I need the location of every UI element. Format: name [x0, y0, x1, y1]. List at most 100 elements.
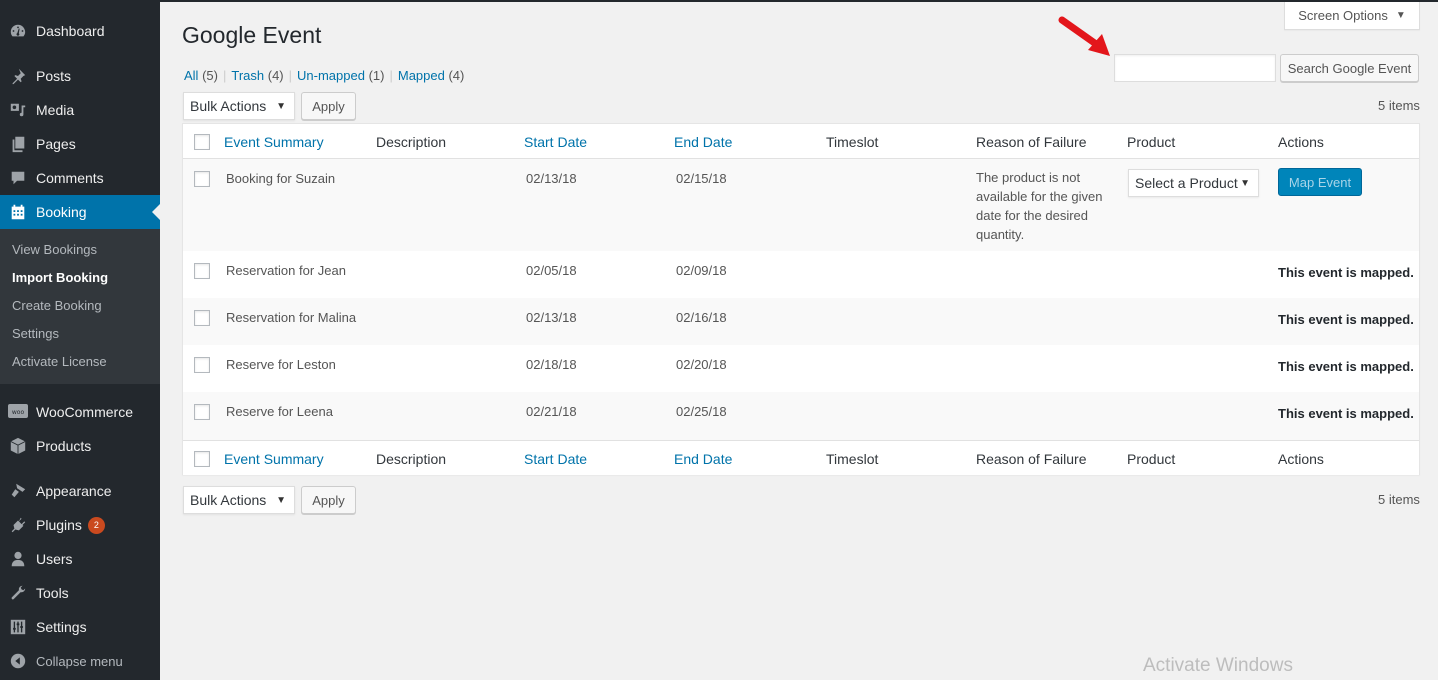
- caret-down-icon: ▼: [1395, 10, 1406, 21]
- sidebar-item-comments[interactable]: Comments: [0, 161, 160, 195]
- row-checkbox[interactable]: [194, 357, 210, 373]
- column-product: Product: [1127, 134, 1176, 150]
- submenu-activate-license[interactable]: Activate License: [12, 354, 107, 369]
- sidebar-label: Media: [36, 102, 75, 118]
- product-select[interactable]: Select a Product ▼: [1128, 169, 1259, 197]
- collapse-menu-button[interactable]: Collapse menu: [0, 644, 160, 678]
- sidebar-item-appearance[interactable]: Appearance: [0, 474, 160, 508]
- submenu-settings[interactable]: Settings: [12, 326, 59, 341]
- top-bar: [0, 0, 1438, 2]
- end-date: 02/16/18: [676, 310, 727, 325]
- mapped-status: This event is mapped.: [1278, 265, 1414, 280]
- end-date: 02/25/18: [676, 404, 727, 419]
- start-date: 02/13/18: [526, 171, 577, 186]
- map-event-button[interactable]: Map Event: [1278, 168, 1362, 196]
- dropdown-arrow-icon: ▼: [276, 100, 286, 112]
- table-row: Reservation for Malina 02/13/18 02/16/18…: [183, 298, 1419, 345]
- column-reason-of-failure: Reason of Failure: [976, 451, 1087, 467]
- booking-submenu: View Bookings Import Booking Create Book…: [0, 229, 160, 384]
- red-arrow-annotation-icon: [1058, 16, 1110, 56]
- sidebar-label: Booking: [36, 204, 87, 220]
- filter-trash[interactable]: Trash (4): [231, 68, 283, 83]
- column-event-summary[interactable]: Event Summary: [224, 451, 324, 467]
- select-all-checkbox[interactable]: [194, 134, 210, 150]
- event-summary: Reserve for Leena: [226, 404, 333, 419]
- row-checkbox[interactable]: [194, 263, 210, 279]
- table-row: Booking for Suzain 02/13/18 02/15/18 The…: [183, 159, 1419, 251]
- submenu-view-bookings[interactable]: View Bookings: [12, 242, 97, 257]
- collapse-arrow-icon: [8, 651, 28, 671]
- sidebar-item-dashboard[interactable]: Dashboard: [0, 14, 160, 48]
- screen-options-label: Screen Options: [1298, 8, 1388, 23]
- submenu-import-booking[interactable]: Import Booking: [12, 270, 108, 285]
- wrench-icon: [8, 583, 28, 603]
- sidebar-label: Appearance: [36, 483, 112, 499]
- sidebar-item-users[interactable]: Users: [0, 542, 160, 576]
- filter-all[interactable]: All (5): [184, 68, 218, 83]
- column-description: Description: [376, 134, 447, 150]
- search-google-event-button[interactable]: Search Google Event: [1280, 54, 1419, 82]
- column-start-date[interactable]: Start Date: [524, 451, 587, 467]
- sidebar-item-tools[interactable]: Tools: [0, 576, 160, 610]
- select-all-checkbox-footer[interactable]: [194, 451, 210, 467]
- events-table: Event Summary Description Start Date End…: [182, 123, 1420, 475]
- sidebar-label: Users: [36, 551, 73, 567]
- column-product: Product: [1127, 451, 1176, 467]
- sidebar-item-booking[interactable]: Booking: [0, 195, 160, 229]
- row-checkbox[interactable]: [194, 404, 210, 420]
- sidebar-label: Products: [36, 438, 92, 454]
- event-summary: Booking for Suzain: [226, 171, 336, 186]
- table-row: Reservation for Jean 02/05/18 02/09/18 T…: [183, 251, 1419, 298]
- apply-button-top[interactable]: Apply: [301, 92, 356, 120]
- row-checkbox[interactable]: [194, 171, 210, 187]
- filter-unmapped[interactable]: Un-mapped (1): [297, 68, 384, 83]
- end-date: 02/15/18: [676, 171, 727, 186]
- sidebar-label: Tools: [36, 585, 69, 601]
- column-start-date[interactable]: Start Date: [524, 134, 587, 150]
- sidebar-item-media[interactable]: Media: [0, 93, 160, 127]
- start-date: 02/13/18: [526, 310, 577, 325]
- apply-button-bottom[interactable]: Apply: [301, 486, 356, 514]
- sliders-icon: [8, 617, 28, 637]
- screen-options-button[interactable]: Screen Options ▼: [1284, 2, 1420, 30]
- sidebar-item-products[interactable]: Products: [0, 429, 160, 463]
- row-checkbox[interactable]: [194, 310, 210, 326]
- collapse-menu-label: Collapse menu: [36, 653, 123, 669]
- column-end-date[interactable]: End Date: [674, 134, 732, 150]
- column-end-date[interactable]: End Date: [674, 451, 732, 467]
- column-event-summary[interactable]: Event Summary: [224, 134, 324, 150]
- filter-mapped[interactable]: Mapped (4): [398, 68, 465, 83]
- event-summary: Reservation for Malina: [226, 310, 357, 325]
- sidebar-item-settings[interactable]: Settings: [0, 610, 160, 644]
- submenu-create-booking[interactable]: Create Booking: [12, 298, 102, 313]
- items-count-bottom: 5 items: [1378, 492, 1420, 507]
- sidebar-label: Dashboard: [36, 23, 105, 39]
- end-date: 02/20/18: [676, 357, 727, 372]
- bulk-actions-select-bottom[interactable]: Bulk Actions ▼: [183, 486, 295, 514]
- plugins-update-badge: 2: [87, 516, 105, 534]
- column-description: Description: [376, 451, 447, 467]
- dropdown-arrow-icon: ▼: [276, 494, 286, 506]
- event-summary: Reserve for Leston: [226, 357, 336, 372]
- bulk-actions-value: Bulk Actions: [190, 98, 267, 114]
- sidebar-item-pages[interactable]: Pages: [0, 127, 160, 161]
- failure-reason: The product is not available for the giv…: [976, 170, 1103, 242]
- svg-text:woo: woo: [12, 409, 25, 416]
- plugin-icon: [8, 515, 28, 535]
- sidebar-item-posts[interactable]: Posts: [0, 59, 160, 93]
- sidebar-label: Pages: [36, 136, 76, 152]
- box-icon: [8, 436, 28, 456]
- mapped-status: This event is mapped.: [1278, 406, 1414, 421]
- items-count-top: 5 items: [1378, 98, 1420, 113]
- table-footer: Event Summary Description Start Date End…: [183, 440, 1419, 475]
- table-header: Event Summary Description Start Date End…: [183, 124, 1419, 159]
- bulk-actions-select-top[interactable]: Bulk Actions ▼: [183, 92, 295, 120]
- activate-windows-watermark: Activate Windows: [1143, 655, 1293, 676]
- sidebar-label: Comments: [36, 170, 104, 186]
- status-filter-links: All (5) | Trash (4) | Un-mapped (1) | Mapped (…: [184, 68, 465, 83]
- sidebar-item-plugins[interactable]: Plugins 2: [0, 508, 160, 542]
- paintbrush-icon: [8, 481, 28, 501]
- sidebar-item-woocommerce[interactable]: woo WooCommerce: [0, 395, 160, 429]
- page-title: Google Event: [182, 22, 322, 48]
- search-input[interactable]: [1114, 54, 1276, 82]
